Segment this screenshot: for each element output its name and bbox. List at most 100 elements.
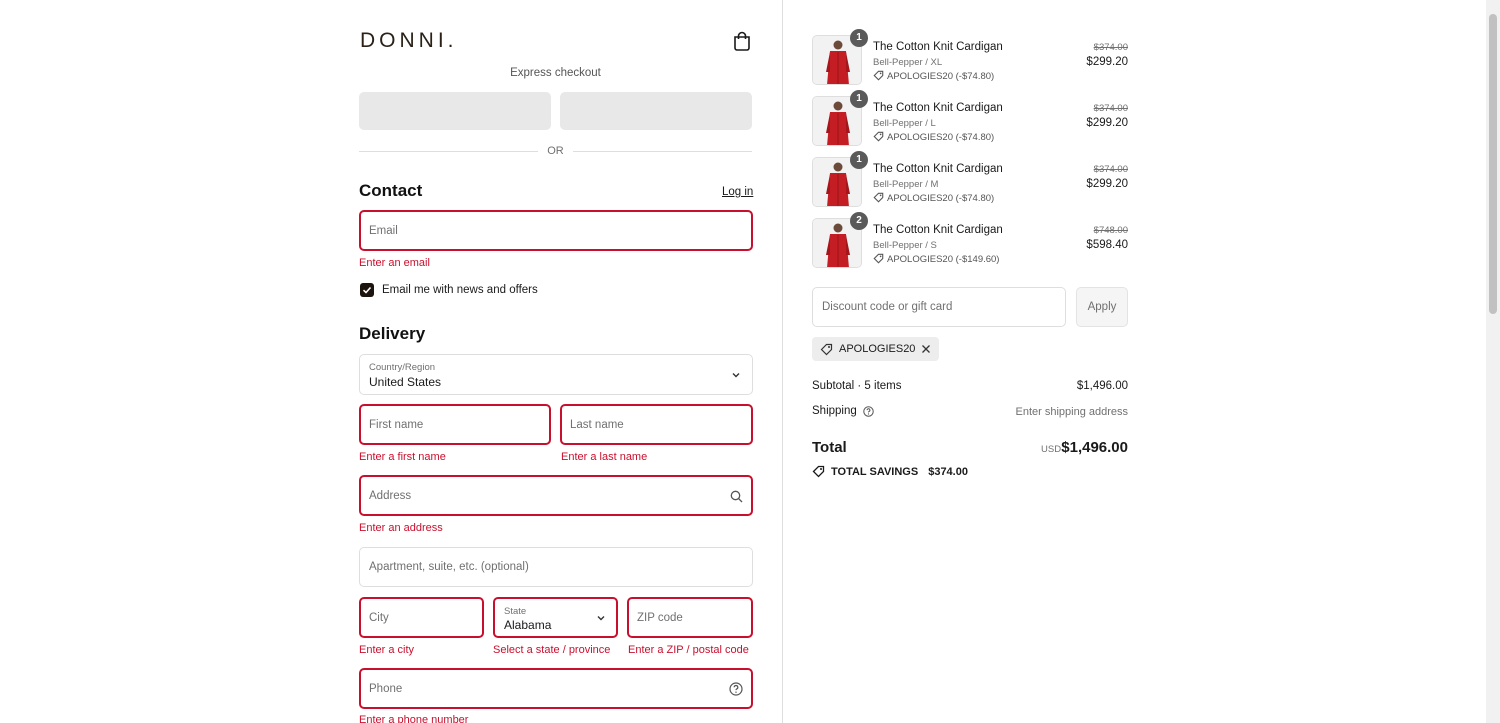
first-name-placeholder: First name <box>369 418 424 431</box>
item-price: $299.20 <box>1086 56 1128 68</box>
login-link[interactable]: Log in <box>722 186 753 198</box>
city-placeholder: City <box>369 611 389 624</box>
remove-discount-icon[interactable] <box>921 344 931 354</box>
item-discount-text: APOLOGIES20 (-$74.80) <box>887 193 995 204</box>
tag-icon <box>873 253 884 264</box>
item-discount-text: APOLOGIES20 (-$74.80) <box>887 132 995 143</box>
subtotal-value: $1,496.00 <box>1076 380 1128 392</box>
item-price: $299.20 <box>1086 178 1128 190</box>
checkmark-icon <box>362 286 372 294</box>
item-original-price: $748.00 <box>1093 225 1128 236</box>
item-price: $299.20 <box>1086 117 1128 129</box>
item-discount: APOLOGIES20 (-$149.60) <box>873 253 999 265</box>
shopping-bag-icon[interactable] <box>733 31 751 51</box>
help-circle-icon[interactable] <box>729 682 743 696</box>
city-field[interactable]: City <box>359 597 484 638</box>
city-error: Enter a city <box>359 644 415 656</box>
item-discount-text: APOLOGIES20 (-$74.80) <box>887 71 995 82</box>
item-name: The Cotton Knit Cardigan <box>873 163 1003 175</box>
newsletter-label: Email me with news and offers <box>382 284 538 296</box>
address-placeholder: Address <box>369 489 412 502</box>
scrollbar-thumb[interactable] <box>1489 14 1497 314</box>
first-name-field[interactable]: First name <box>359 404 551 445</box>
quantity-badge: 1 <box>850 90 868 108</box>
discount-placeholder: Discount code or gift card <box>822 301 953 313</box>
applied-discount-chip: APOLOGIES20 <box>812 337 940 361</box>
item-variant: Bell-Pepper / M <box>873 179 939 190</box>
express-pay-button-1[interactable] <box>359 92 551 130</box>
or-text: OR <box>547 145 564 157</box>
apartment-placeholder: Apartment, suite, etc. (optional) <box>369 561 529 573</box>
state-label: State <box>504 606 527 617</box>
email-error: Enter an email <box>359 257 430 269</box>
country-select[interactable]: Country/Region United States <box>359 354 753 395</box>
quantity-badge: 1 <box>850 151 868 169</box>
delivery-heading: Delivery <box>359 324 426 343</box>
tag-icon <box>873 192 884 203</box>
chevron-down-icon <box>597 616 605 621</box>
email-placeholder: Email <box>369 224 398 237</box>
first-name-error: Enter a first name <box>359 451 446 463</box>
address-error: Enter an address <box>359 522 443 534</box>
item-original-price: $374.00 <box>1093 42 1128 53</box>
total-value: $1,496.00 <box>1061 439 1128 456</box>
zip-error: Enter a ZIP / postal code <box>628 644 749 656</box>
country-value: United States <box>369 375 442 389</box>
item-original-price: $374.00 <box>1093 164 1128 175</box>
or-divider: OR <box>359 145 752 159</box>
item-discount-text: APOLOGIES20 (-$149.60) <box>887 254 1000 265</box>
total-currency: USD <box>1041 444 1062 455</box>
search-icon <box>730 490 743 503</box>
express-checkout-label: Express checkout <box>510 67 601 79</box>
page-scrollbar[interactable] <box>1486 0 1500 723</box>
apply-discount-button[interactable]: Apply <box>1076 287 1128 327</box>
address-field[interactable]: Address <box>359 475 753 516</box>
brand-logo[interactable]: DONNI. <box>360 29 458 53</box>
shipping-value: Enter shipping address <box>1015 406 1128 418</box>
item-variant: Bell-Pepper / S <box>873 240 937 251</box>
item-name: The Cotton Knit Cardigan <box>873 224 1003 236</box>
item-name: The Cotton Knit Cardigan <box>873 102 1003 114</box>
order-item: 1 The Cotton Knit Cardigan Bell-Pepper / X… <box>812 29 1128 87</box>
apartment-field[interactable]: Apartment, suite, etc. (optional) <box>359 547 753 587</box>
item-discount: APOLOGIES20 (-$74.80) <box>873 192 994 204</box>
order-item: 1 The Cotton Knit Cardigan Bell-Pepper / L… <box>812 90 1128 148</box>
item-price: $598.40 <box>1086 239 1128 251</box>
applied-code-text: APOLOGIES20 <box>839 343 916 355</box>
shipping-label-row: Shipping <box>812 405 874 417</box>
quantity-badge: 2 <box>850 212 868 230</box>
total-label: Total <box>812 439 847 456</box>
tag-icon <box>873 131 884 142</box>
tag-icon <box>812 465 825 478</box>
phone-field[interactable]: Phone <box>359 668 753 709</box>
zip-field[interactable]: ZIP code <box>627 597 753 638</box>
order-item: 1 The Cotton Knit Cardigan Bell-Pepper / M… <box>812 151 1128 209</box>
total-savings-row: TOTAL SAVINGS $374.00 <box>812 465 968 478</box>
shipping-label: Shipping <box>812 405 857 417</box>
item-discount: APOLOGIES20 (-$74.80) <box>873 70 994 82</box>
last-name-error: Enter a last name <box>561 451 648 463</box>
item-variant: Bell-Pepper / L <box>873 118 936 129</box>
tag-icon <box>873 70 884 81</box>
state-error: Select a state / province <box>493 644 611 656</box>
state-value: Alabama <box>504 618 552 632</box>
help-circle-icon[interactable] <box>863 405 874 417</box>
express-pay-button-2[interactable] <box>560 92 752 130</box>
last-name-field[interactable]: Last name <box>560 404 753 445</box>
quantity-badge: 1 <box>850 29 868 47</box>
order-item: 2 The Cotton Knit Cardigan Bell-Pepper / S… <box>812 212 1128 270</box>
tag-icon <box>820 343 833 355</box>
chevron-down-icon <box>732 373 740 378</box>
state-select[interactable]: State Alabama <box>493 597 618 638</box>
discount-code-field[interactable]: Discount code or gift card <box>812 287 1066 327</box>
savings-label: TOTAL SAVINGS <box>831 465 919 478</box>
item-original-price: $374.00 <box>1093 103 1128 114</box>
phone-error: Enter a phone number <box>359 714 469 723</box>
savings-value: $374.00 <box>928 465 968 478</box>
item-discount: APOLOGIES20 (-$74.80) <box>873 131 994 143</box>
email-field[interactable]: Email <box>359 210 753 251</box>
contact-heading: Contact <box>359 181 423 200</box>
newsletter-checkbox[interactable] <box>360 283 374 297</box>
subtotal-label: Subtotal · 5 items <box>812 380 902 392</box>
last-name-placeholder: Last name <box>570 418 624 431</box>
